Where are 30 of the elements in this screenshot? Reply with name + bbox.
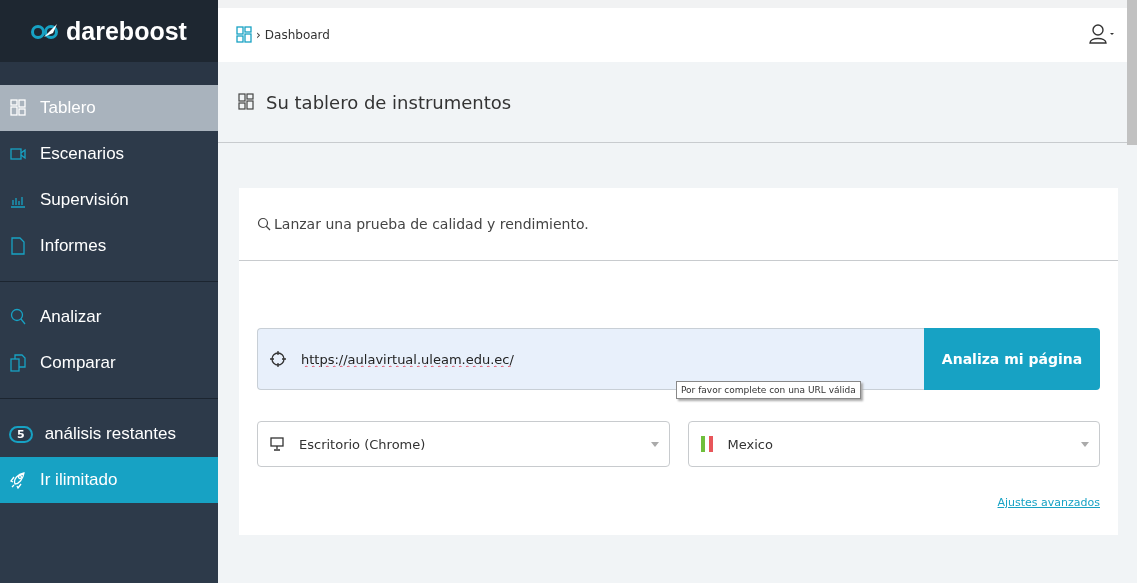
grid-icon <box>10 99 26 117</box>
remaining-label: análisis restantes <box>44 424 176 444</box>
tooltip: Por favor complete con una URL válida <box>676 381 861 399</box>
sidebar-item[interactable]: Informes <box>0 223 218 269</box>
video-icon <box>10 145 26 163</box>
flag-icon <box>700 436 713 452</box>
copy-icon <box>10 354 26 372</box>
device-select[interactable]: Escritorio (Chrome) <box>257 421 670 467</box>
breadcrumb-link[interactable]: Dashboard <box>264 28 330 42</box>
page-title: Su tablero de instrumentos <box>266 91 512 113</box>
sidebar-item[interactable]: Supervisión <box>0 177 218 223</box>
sidebar-item[interactable]: Analizar <box>0 294 218 340</box>
monitor-icon <box>270 437 284 451</box>
logo-text: dareboost <box>66 16 187 46</box>
sidebar-item[interactable]: Escenarios <box>0 131 218 177</box>
crosshair-icon <box>270 350 286 368</box>
search-icon <box>10 308 26 326</box>
file-icon <box>10 237 26 255</box>
location-select[interactable]: Mexico <box>687 421 1100 467</box>
breadcrumb-separator: › <box>256 28 261 42</box>
scrollbar[interactable] <box>1127 0 1137 145</box>
rocket-icon <box>10 471 26 489</box>
grid-icon <box>238 93 254 111</box>
caret-icon <box>650 442 659 447</box>
search-icon <box>257 217 271 231</box>
caret-icon <box>1081 442 1089 447</box>
sidebar-item[interactable]: Comparar <box>0 340 218 386</box>
count-badge: 5 <box>9 425 33 443</box>
grid-icon <box>236 26 252 44</box>
card-title: Lanzar una prueba de calidad y rendimiento. <box>274 216 589 232</box>
